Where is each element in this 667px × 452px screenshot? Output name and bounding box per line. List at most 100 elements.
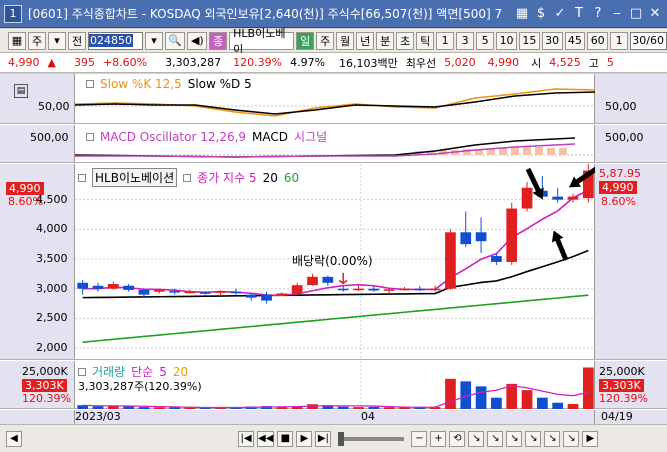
open-label: 시 bbox=[531, 56, 542, 70]
price-ytick-label: 3,500 bbox=[36, 252, 68, 266]
period-minute[interactable]: 분 bbox=[376, 31, 395, 50]
zoom-in-icon[interactable]: + bbox=[430, 430, 447, 447]
high-price: 5 bbox=[606, 56, 614, 69]
candle-body bbox=[475, 232, 487, 242]
zoom-out-icon[interactable]: − bbox=[411, 430, 428, 447]
volume-pane: 25,000K 3,303K 120.39% 거래량 단순 5 20 3,303… bbox=[0, 361, 667, 409]
grid-toggle-icon[interactable]: ▦ bbox=[8, 31, 26, 50]
candle-body bbox=[521, 187, 533, 209]
interval-45[interactable]: 45 bbox=[564, 31, 586, 50]
volume-bar bbox=[582, 367, 594, 409]
search-icon[interactable]: 🔍 bbox=[164, 31, 186, 50]
volume-legend-5: 5 bbox=[159, 364, 167, 379]
x-axis-label-mid: 04 bbox=[361, 410, 375, 423]
annotation-arrow-3 bbox=[551, 230, 569, 261]
macd-legend: MACD Oscillator 12,26,9 MACD 시그널 bbox=[86, 128, 327, 145]
pink-button[interactable]: 종 bbox=[209, 31, 228, 50]
price-ytick-label: 2,500 bbox=[36, 311, 68, 325]
volume-detail: 3,303,287주(120.39%) bbox=[78, 380, 202, 393]
fast-back-icon[interactable]: ◀◀ bbox=[257, 430, 275, 447]
volume-bar bbox=[552, 402, 564, 409]
period-month[interactable]: 월 bbox=[336, 31, 355, 50]
quote-bar: 4,990 ▲ 395 +8.60% 3,303,287 120.39% 4.9… bbox=[0, 53, 667, 73]
candle-body bbox=[184, 291, 196, 294]
help-icon[interactable]: ? bbox=[590, 4, 606, 22]
tool6-icon[interactable]: ↘ bbox=[563, 430, 580, 447]
type-select[interactable]: 주 bbox=[28, 31, 46, 50]
macd-pane: 500,00 MACD Oscillator 12,26,9 MACD 시그널 bbox=[0, 125, 667, 163]
volume-bar bbox=[537, 397, 548, 409]
title-bar: 1 [0601] 주식종합차트 - KOSDAQ 외국인보유[2,640(천)]… bbox=[0, 0, 667, 28]
stock-code-input[interactable]: 024850 bbox=[88, 31, 143, 50]
scroll-left-icon[interactable]: ◀ bbox=[6, 430, 22, 447]
stoch-left-label: 50,00 bbox=[38, 100, 70, 113]
period-week[interactable]: 주 bbox=[316, 31, 335, 50]
volume-value: 3,303,287 bbox=[165, 56, 222, 69]
tool5-icon[interactable]: ↘ bbox=[544, 430, 561, 447]
period-second[interactable]: 초 bbox=[396, 31, 415, 50]
chart-area[interactable]: ▤ 50,00 Slow %K 12,5 Slow %D 5 50,00 500… bbox=[0, 74, 667, 424]
candle-body bbox=[445, 232, 456, 289]
interval-5[interactable]: 5 bbox=[476, 31, 495, 50]
interval-3[interactable]: 3 bbox=[456, 31, 475, 50]
period-day[interactable]: 일 bbox=[296, 31, 315, 50]
T-icon[interactable]: T bbox=[571, 4, 587, 22]
dollar-icon[interactable]: $ bbox=[533, 4, 549, 22]
candle-body bbox=[107, 283, 119, 289]
volume-ratio: 120.39% bbox=[233, 56, 283, 69]
period-tick[interactable]: 틱 bbox=[416, 31, 435, 50]
candle-body bbox=[337, 288, 349, 291]
price-legend-ma20: 20 bbox=[262, 170, 278, 185]
close-icon[interactable]: ✕ bbox=[647, 4, 663, 22]
interval-15[interactable]: 15 bbox=[518, 31, 540, 50]
maximize-icon[interactable]: □ bbox=[628, 4, 644, 22]
stock-name-field: HLB이노베이 bbox=[229, 27, 295, 56]
minimize-icon[interactable]: ⎯ bbox=[609, 4, 625, 22]
next-icon[interactable]: ▶ bbox=[296, 430, 313, 447]
candle-body bbox=[245, 294, 257, 298]
grid-icon[interactable]: ▦ bbox=[514, 4, 530, 22]
candle-body bbox=[414, 288, 426, 291]
first-icon[interactable]: |◀ bbox=[238, 430, 254, 447]
interval-30[interactable]: 30 bbox=[541, 31, 563, 50]
scroll-right-icon[interactable]: ▶ bbox=[582, 430, 599, 447]
zoom-slider[interactable] bbox=[338, 431, 405, 446]
chart-navbar: ◀ |◀ ◀◀ ■ ▶ ▶| − + ⟲ ↘ ↘ ↘ ↘ ↘ ↘ ▶ bbox=[0, 424, 667, 452]
dropdown-icon[interactable]: ▾ bbox=[48, 31, 66, 50]
volume-pct-right: 120.39% bbox=[599, 392, 648, 405]
stoch-legend-d: Slow %D 5 bbox=[187, 77, 252, 91]
last-icon[interactable]: ▶| bbox=[315, 430, 332, 447]
candle-body bbox=[567, 196, 579, 200]
tool2-icon[interactable]: ↘ bbox=[487, 430, 504, 447]
period-year[interactable]: 년 bbox=[356, 31, 375, 50]
settings-icon[interactable]: ▤ bbox=[14, 84, 28, 98]
open-price: 4,525 bbox=[549, 56, 581, 69]
sound-icon[interactable]: ◀) bbox=[187, 31, 208, 50]
stoch-pane: ▤ 50,00 Slow %K 12,5 Slow %D 5 50,00 bbox=[0, 74, 667, 124]
candle-body bbox=[215, 291, 226, 293]
candle-body bbox=[399, 288, 410, 291]
candle-body bbox=[506, 208, 518, 262]
interval-10[interactable]: 10 bbox=[496, 31, 517, 50]
type2-button[interactable]: 전 bbox=[68, 31, 86, 50]
check-icon[interactable]: ✓ bbox=[552, 4, 568, 22]
stop-icon[interactable]: ■ bbox=[277, 430, 294, 447]
interval-select[interactable]: 1 bbox=[610, 31, 629, 50]
volume-bar bbox=[337, 406, 349, 409]
tool4-icon[interactable]: ↘ bbox=[525, 430, 542, 447]
tool3-icon[interactable]: ↘ bbox=[506, 430, 523, 447]
price-ytick-label: 4,000 bbox=[36, 222, 68, 236]
code-dropdown-icon[interactable]: ▾ bbox=[144, 31, 163, 50]
price-right-top: 5,87.95 bbox=[599, 167, 641, 180]
toolbar: ▦ 주 ▾ 전 024850 ▾ 🔍 ◀) 종 HLB이노베이 일 주 월 년 … bbox=[0, 27, 667, 56]
interval-60[interactable]: 60 bbox=[587, 31, 609, 50]
reset-icon[interactable]: ⟲ bbox=[449, 430, 466, 447]
interval-1[interactable]: 1 bbox=[436, 31, 455, 50]
price-tag-right: 4,990 bbox=[599, 181, 637, 194]
slow-k-line bbox=[74, 88, 597, 117]
view-count-field[interactable]: 30/60 bbox=[630, 31, 667, 50]
candle-body bbox=[230, 291, 242, 294]
price-change-pct: +8.60% bbox=[102, 56, 148, 69]
price-ytick-label: 2,000 bbox=[36, 341, 68, 355]
tool1-icon[interactable]: ↘ bbox=[468, 430, 485, 447]
